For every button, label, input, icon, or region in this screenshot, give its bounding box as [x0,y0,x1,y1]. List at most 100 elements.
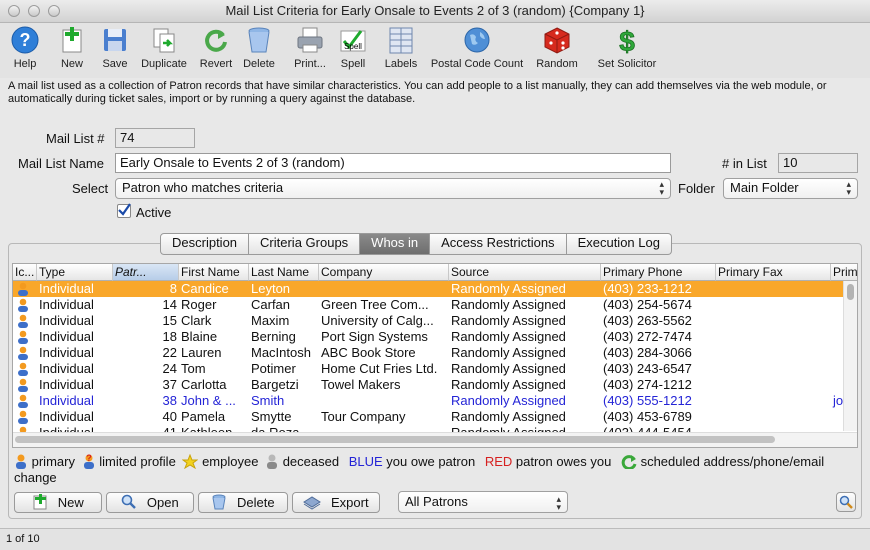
legend-limited-profile: limited profile [99,454,176,469]
person-icon [18,314,28,328]
cell-last: Berning [251,329,296,344]
new-button[interactable]: New [54,25,90,70]
table-row[interactable]: Individual 18 Blaine Berning Port Sign Syste… [13,329,845,345]
mail-list-name-label: Mail List Name [18,156,104,171]
revert-icon [201,25,231,55]
column-header-first-name[interactable]: First Name [179,264,249,281]
cell-first: John & ... [181,393,236,408]
svg-text:Spell: Spell [344,42,362,51]
column-header-primary-phone[interactable]: Primary Phone [601,264,716,281]
globe-icon [462,25,492,55]
person-icon [18,330,28,344]
random-button[interactable]: Random [534,25,580,70]
legend-primary: primary [31,454,75,469]
select-label: Select [72,181,109,196]
tab-criteria-groups[interactable]: Criteria Groups [249,233,361,255]
mail-list-name-input[interactable]: Early Onsale to Events 2 of 3 (random) [115,153,671,173]
column-header-primary-email[interactable]: Prim [831,264,857,281]
legend: primary ? limited profile employee decea… [14,453,854,486]
set-solicitor-button[interactable]: $ Set Solicitor [594,25,660,70]
table-row[interactable]: Individual 14 Roger Carfan Green Tree Com...… [13,297,845,313]
dropdown-arrows-icon: ▴ ▾ [846,179,851,197]
table-row[interactable]: Individual 38 John & ... Smith Randomly Assi… [13,393,845,409]
cell-company: Home Cut Fries Ltd. [321,361,438,376]
legend-deceased: deceased [282,454,340,469]
cell-source: Randomly Assigned [451,297,566,312]
scroll-thumb[interactable] [847,284,854,300]
export-icon [303,496,322,510]
scroll-thumb[interactable] [15,436,775,443]
delete-button[interactable]: Delete [240,25,278,70]
column-header-icon[interactable]: Ic... [13,264,37,281]
toolbar: ? Help New Save Duplicate Revert Delete [0,23,870,78]
vertical-scrollbar[interactable] [843,281,857,431]
dropdown-arrows-icon: ▴ ▾ [556,494,561,512]
tab-whos-in[interactable]: Whos in [360,233,431,255]
help-button[interactable]: ? Help [6,25,44,70]
spell-check-icon: Spell [338,25,368,55]
active-checkbox[interactable] [117,203,131,218]
column-header-type[interactable]: Type [37,264,113,281]
column-header-source[interactable]: Source [449,264,601,281]
table-row[interactable]: Individual 15 Clark Maxim University of Calg… [13,313,845,329]
cell-company: Green Tree Com... [321,297,429,312]
open-patron-button[interactable]: Open [106,492,194,513]
dollar-icon: $ [612,25,642,55]
cell-source: Randomly Assigned [451,345,566,360]
cell-source: Randomly Assigned [451,329,566,344]
dropdown-arrows-icon: ▴ ▾ [659,179,664,197]
cell-company: ABC Book Store [321,345,416,360]
legend-red-word: RED [484,454,513,469]
table-row[interactable]: Individual 37 Carlotta Bargetzi Towel Makers… [13,377,845,393]
spell-button[interactable]: Spell Spell [336,25,370,70]
duplicate-button[interactable]: Duplicate [138,25,190,70]
cell-patron: 40 [162,409,177,424]
horizontal-scrollbar[interactable] [13,432,857,447]
cell-last: Bargetzi [251,377,299,392]
column-header-patron[interactable]: Patr... [113,264,179,281]
table-row[interactable]: Individual 22 Lauren MacIntosh ABC Book Stor… [13,345,845,361]
tab-access-restrictions[interactable]: Access Restrictions [430,233,567,255]
table-row[interactable]: Individual 40 Pamela Smytte Tour Company Rand… [13,409,845,425]
cell-phone: (403) 254-5674 [603,297,692,312]
print-button[interactable]: Print... [290,25,330,70]
table-row[interactable]: Individual 8 Candice Leyton Randomly Assigne… [13,281,845,297]
patron-filter-dropdown[interactable]: All Patrons ▴ ▾ [398,491,568,513]
new-patron-button[interactable]: New [14,492,102,513]
person-icon [16,454,26,469]
revert-button[interactable]: Revert [196,25,236,70]
cell-first: Tom [181,361,206,376]
postal-code-count-button[interactable]: Postal Code Count [426,25,528,70]
cell-phone: (403) 243-6547 [603,361,692,376]
search-button[interactable] [836,492,856,512]
cell-company: Tour Company [321,409,406,424]
patron-table[interactable]: Ic... Type Patr... First Name Last Name … [12,263,858,448]
duplicate-icon [149,25,179,55]
delete-patron-button[interactable]: Delete [198,492,288,513]
export-button[interactable]: Export [292,492,380,513]
table-row[interactable]: Individual 24 Tom Potimer Home Cut Fries Ltd… [13,361,845,377]
cell-source: Randomly Assigned [451,313,566,328]
printer-icon [295,25,325,55]
search-icon [839,495,853,509]
cell-last: Smytte [251,409,292,424]
save-disk-icon [100,25,130,55]
folder-dropdown[interactable]: Main Folder ▴ ▾ [723,178,858,199]
cell-last: MacIntosh [251,345,311,360]
limited-profile-icon: ? [83,453,94,469]
mail-list-no-field: 74 [115,128,195,148]
save-button[interactable]: Save [98,25,132,70]
column-header-company[interactable]: Company [319,264,449,281]
select-criteria-dropdown[interactable]: Patron who matches criteria ▴ ▾ [115,178,671,199]
cell-source: Randomly Assigned [451,377,566,392]
legend-blue-text: you owe patron [386,454,476,469]
person-icon [18,378,28,392]
column-header-primary-fax[interactable]: Primary Fax [716,264,831,281]
scheduled-change-icon [621,455,637,471]
cell-company [319,281,449,297]
column-header-last-name[interactable]: Last Name [249,264,319,281]
labels-button[interactable]: Labels [382,25,420,70]
tab-execution-log[interactable]: Execution Log [566,233,672,255]
tab-description[interactable]: Description [160,233,250,255]
cell-source: Randomly Assigned [451,409,566,424]
